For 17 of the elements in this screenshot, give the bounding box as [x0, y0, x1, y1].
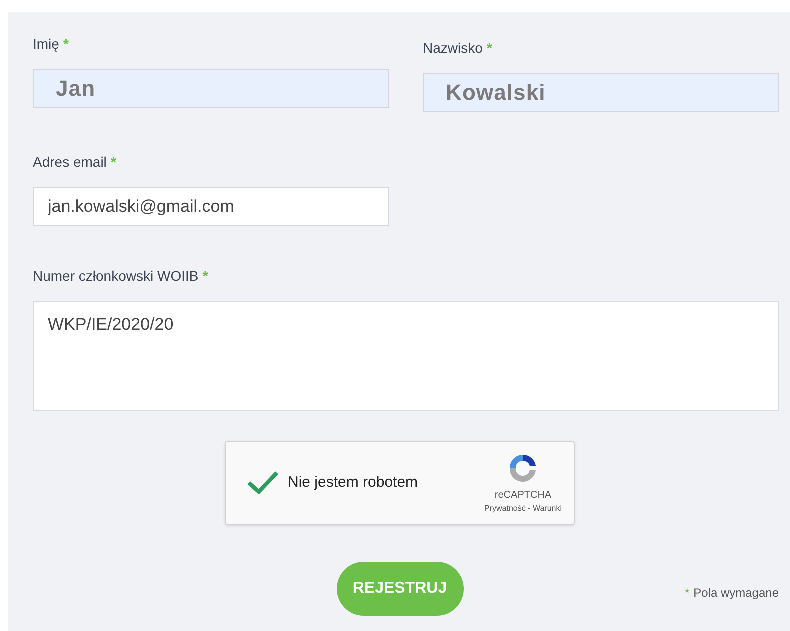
required-mark: * — [110, 153, 116, 172]
input-field[interactable]: Jan — [33, 69, 389, 108]
text-area-field[interactable]: WKP/IE/2020/20 — [33, 301, 779, 411]
required-mark: * — [63, 35, 69, 54]
captcha-label: Nie jestem robotem — [288, 472, 418, 493]
required-mark: * — [684, 585, 690, 602]
required-fields-note: Pola wymagane — [694, 585, 779, 602]
required-mark: * — [202, 267, 208, 286]
captcha-brand: reCAPTCHA — [494, 488, 552, 502]
captcha-terms-link[interactable]: Prywatność - Warunki — [484, 502, 562, 514]
field-label: Adres email — [33, 153, 107, 172]
required-mark: * — [486, 39, 492, 58]
field-label: Imię — [33, 35, 60, 54]
field-label: Nazwisko — [423, 39, 483, 58]
field-label: Numer członkowski WOIIB — [33, 267, 199, 286]
checkmark-icon[interactable] — [246, 470, 280, 496]
input-field[interactable]: Kowalski — [423, 73, 779, 112]
